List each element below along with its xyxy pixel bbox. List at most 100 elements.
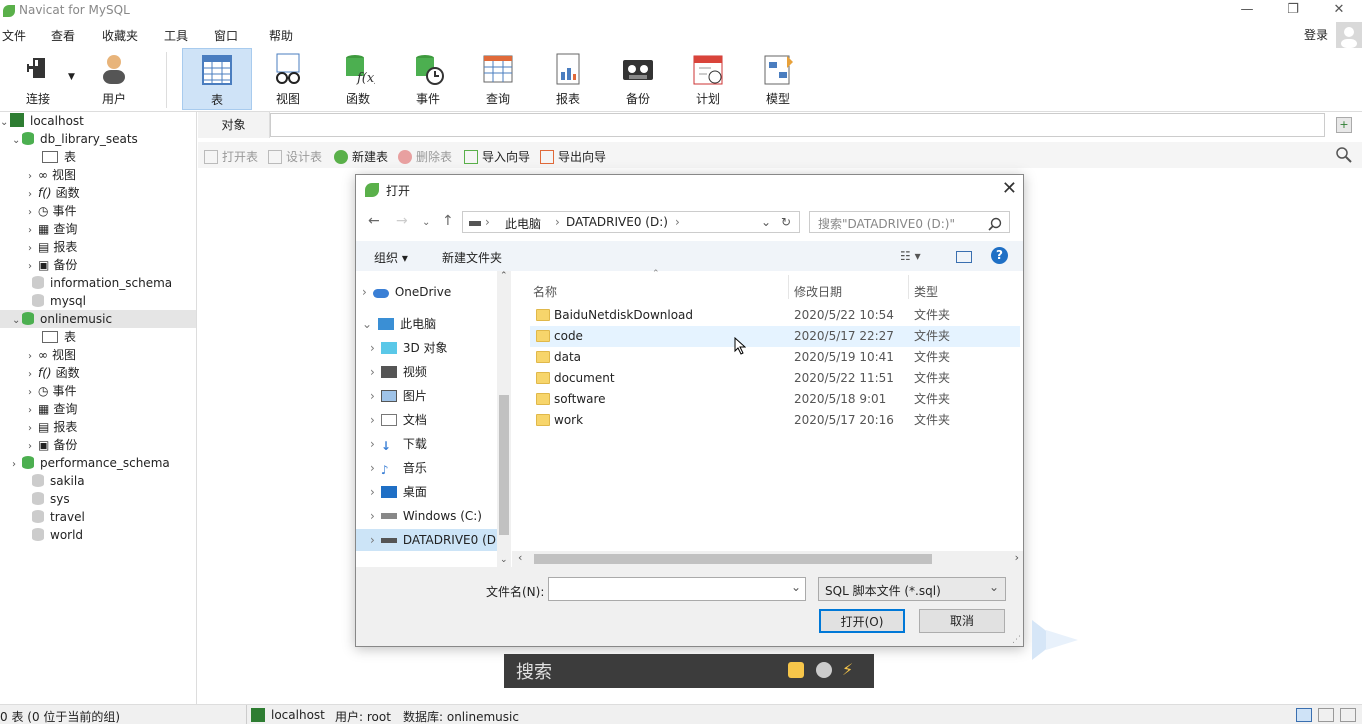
export-wizard-button[interactable]: 导出向导 [540, 148, 606, 165]
menu-tools[interactable]: 工具 [164, 27, 188, 44]
tree-db-db_library_seats[interactable]: ⌄ db_library_seats [12, 130, 138, 148]
tree-item-tables[interactable]: 表 [42, 148, 76, 166]
back-arrow-icon[interactable]: ← [368, 213, 380, 229]
tree-db-mysql[interactable]: mysql [32, 292, 86, 310]
close-window-button[interactable]: ✕ [1316, 0, 1362, 22]
tab-objects[interactable]: 对象 [198, 112, 270, 138]
nav-pictures[interactable]: › 图片 [370, 385, 496, 407]
scrollbar-thumb[interactable] [534, 554, 932, 564]
recent-dropdown-icon[interactable]: ⌄ [422, 217, 430, 228]
nav-this-pc[interactable]: ⌄ 此电脑 [362, 313, 496, 335]
tree-db-sys[interactable]: sys [32, 490, 70, 508]
file-list-horizontal-scrollbar[interactable]: ‹ › [512, 551, 1023, 567]
tree-db-onlinemusic[interactable]: ⌄ onlinemusic [0, 310, 196, 328]
login-link[interactable]: 登录 [1304, 26, 1328, 43]
tree-item-events[interactable]: › ◷ 事件 [28, 202, 77, 220]
tree-db-sakila[interactable]: sakila [32, 472, 85, 490]
tree-connection-localhost[interactable]: ⌄ localhost [0, 112, 84, 130]
tree-item-views[interactable]: › ∞ 视图 [28, 166, 76, 184]
chevron-right-icon[interactable]: › [370, 437, 375, 451]
nav-videos[interactable]: › 视频 [370, 361, 496, 383]
file-row[interactable]: BaiduNetdiskDownload 2020/5/22 10:54 文件夹 [530, 305, 1020, 326]
toolbar-report[interactable]: 报表 [540, 48, 596, 110]
lightning-icon[interactable]: ⚡ [842, 662, 858, 678]
tree-item-reports[interactable]: › ▤ 报表 [28, 238, 77, 256]
resize-grip-icon[interactable]: ⋰ [1012, 635, 1021, 645]
nav-desktop[interactable]: › 桌面 [370, 481, 496, 503]
record-icon[interactable] [816, 662, 832, 678]
object-filter-field[interactable] [270, 113, 1325, 137]
import-wizard-button[interactable]: 导入向导 [464, 148, 530, 165]
up-arrow-icon[interactable]: ↑ [442, 213, 454, 229]
folder-icon[interactable] [788, 662, 804, 678]
filename-dropdown-icon[interactable]: ⌄ [791, 580, 801, 594]
toolbar-connect[interactable]: 连接 [10, 48, 66, 110]
menu-view[interactable]: 查看 [51, 27, 75, 44]
help-icon[interactable]: ? [991, 247, 1008, 264]
tree-item-views[interactable]: › ∞ 视图 [28, 346, 76, 364]
grid-view-icon[interactable] [1296, 708, 1312, 722]
chevron-right-icon[interactable]: › [370, 461, 375, 475]
chevron-right-icon[interactable]: › [370, 365, 375, 379]
nav-drive-c[interactable]: › Windows (C:) [370, 505, 496, 527]
open-button[interactable]: 打开(O) [819, 609, 905, 633]
chevron-down-icon[interactable]: ⌄ [12, 132, 22, 150]
forward-arrow-icon[interactable]: → [396, 213, 408, 229]
toolbar-backup[interactable]: 备份 [610, 48, 666, 110]
toolbar-view[interactable]: 视图 [260, 48, 316, 110]
file-row[interactable]: work 2020/5/17 20:16 文件夹 [530, 410, 1020, 431]
view-options-icon[interactable]: ☷ ▾ [900, 249, 921, 263]
address-bar[interactable]: › 此电脑 › DATADRIVE0 (D:) › ⌄ ↻ [462, 211, 800, 233]
scrollbar-thumb[interactable] [499, 395, 509, 535]
scroll-right-icon[interactable]: › [1015, 551, 1019, 564]
minimize-button[interactable]: — [1224, 0, 1270, 22]
list-view-icon[interactable] [1318, 708, 1334, 722]
toolbar-schedule[interactable]: 计划 [680, 48, 736, 110]
user-avatar[interactable] [1336, 22, 1362, 48]
scroll-left-icon[interactable]: ‹ [518, 551, 522, 564]
chevron-down-icon[interactable]: ⌄ [362, 317, 372, 331]
menu-window[interactable]: 窗口 [214, 27, 238, 44]
tree-item-functions[interactable]: › f() 函数 [28, 364, 80, 382]
chevron-right-icon[interactable]: › [370, 485, 375, 499]
chevron-right-icon[interactable]: › [370, 509, 375, 523]
nav-documents[interactable]: › 文档 [370, 409, 496, 431]
toolbar-query[interactable]: 查询 [470, 48, 526, 110]
filename-input[interactable]: ⌄ [548, 577, 806, 601]
new-folder-button[interactable]: 新建文件夹 [442, 249, 502, 266]
cancel-button[interactable]: 取消 [919, 609, 1005, 633]
toolbar-event[interactable]: 事件 [400, 48, 456, 110]
toolbar-user[interactable]: 用户 [86, 48, 142, 110]
nav-drive-d[interactable]: › DATADRIVE0 (D:) [356, 529, 497, 551]
tree-item-queries[interactable]: › ▦ 查询 [28, 400, 77, 418]
file-row[interactable]: data 2020/5/19 10:41 文件夹 [530, 347, 1020, 368]
preview-pane-icon[interactable] [956, 251, 972, 263]
refresh-icon[interactable]: ↻ [781, 215, 791, 229]
delete-table-button[interactable]: 删除表 [398, 148, 452, 165]
tree-item-tables[interactable]: 表 [42, 328, 76, 346]
chevron-right-icon[interactable]: › [370, 389, 375, 403]
tree-item-queries[interactable]: › ▦ 查询 [28, 220, 77, 238]
scroll-up-icon[interactable]: ⌃ [500, 271, 508, 281]
chevron-right-icon[interactable]: › [12, 456, 22, 474]
filetype-select[interactable]: SQL 脚本文件 (*.sql) ⌄ [818, 577, 1006, 601]
tree-db-information_schema[interactable]: information_schema [32, 274, 172, 292]
floating-search-bar[interactable]: 搜索 ⚡ [504, 654, 874, 688]
address-segment-computer[interactable]: 此电脑 [505, 215, 541, 232]
file-row[interactable]: document 2020/5/22 11:51 文件夹 [530, 368, 1020, 389]
chevron-down-icon[interactable]: ⌄ [12, 312, 22, 330]
chevron-right-icon[interactable]: › [362, 285, 367, 299]
tree-db-travel[interactable]: travel [32, 508, 85, 526]
toolbar-table[interactable]: 表 [182, 48, 252, 110]
chevron-right-icon[interactable]: › [370, 341, 375, 355]
nav-onedrive[interactable]: › OneDrive [362, 281, 496, 303]
toolbar-model[interactable]: 模型 [750, 48, 806, 110]
tree-item-backups[interactable]: › ▣ 备份 [28, 256, 77, 274]
chevron-right-icon[interactable]: › [370, 413, 375, 427]
chevron-right-icon[interactable]: › [370, 533, 375, 547]
folder-search-input[interactable]: 搜索"DATADRIVE0 (D:)" [809, 211, 1010, 233]
design-table-button[interactable]: 设计表 [268, 148, 322, 165]
tree-db-performance_schema[interactable]: › performance_schema [12, 454, 170, 472]
navigation-scrollbar[interactable]: ⌃ ⌄ [497, 271, 511, 567]
column-header-name[interactable]: 名称 [533, 283, 557, 300]
